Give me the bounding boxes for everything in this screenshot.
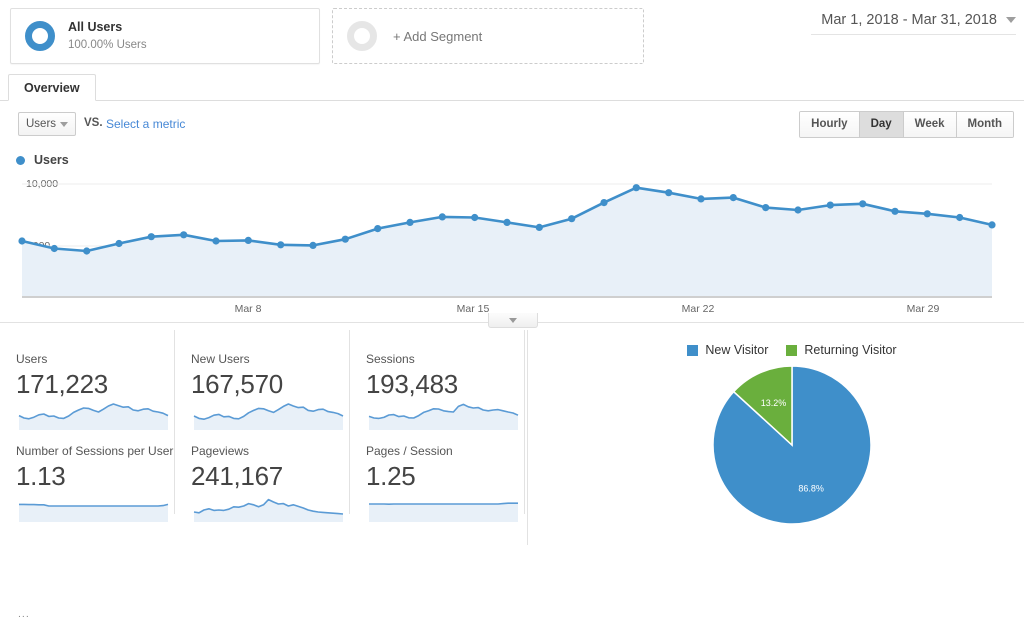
metric-card-sessions-per-user[interactable]: Number of Sessions per User 1.13 bbox=[0, 422, 175, 522]
granularity-day[interactable]: Day bbox=[859, 112, 904, 137]
metric-card-users[interactable]: Users 171,223 bbox=[0, 330, 175, 430]
donut-icon bbox=[25, 21, 55, 51]
donut-empty-icon bbox=[347, 21, 377, 51]
add-segment-button[interactable]: + Add Segment bbox=[332, 8, 644, 64]
chart-legend: Users bbox=[16, 153, 69, 167]
add-segment-label: + Add Segment bbox=[393, 28, 483, 44]
x-axis-line bbox=[22, 296, 992, 298]
segment-all-users-text: All Users 100.00% Users bbox=[68, 20, 147, 52]
x-axis-tick-ellipsis: ... bbox=[18, 608, 30, 620]
x-axis-tick-mar22: Mar 22 bbox=[681, 303, 715, 315]
metric-card-title: Users bbox=[16, 352, 48, 366]
svg-text:86.8%: 86.8% bbox=[798, 483, 824, 493]
vs-label: VS. bbox=[84, 117, 103, 129]
metric-card-sparkline bbox=[369, 502, 518, 522]
chart-collapse-handle[interactable] bbox=[488, 313, 538, 328]
granularity-month[interactable]: Month bbox=[956, 112, 1013, 137]
metric-cards: Users 171,223 New Users 167,570 Sessions… bbox=[0, 330, 540, 522]
pie-legend: New Visitor Returning Visitor bbox=[560, 330, 1024, 357]
segment-bar: All Users 100.00% Users + Add Segment Ma… bbox=[0, 0, 1024, 72]
visitor-type-panel: New Visitor Returning Visitor 86.8% 13.2% bbox=[560, 330, 1024, 545]
metric-card-sparkline bbox=[19, 503, 169, 522]
date-range-picker[interactable]: Mar 1, 2018 - Mar 31, 2018 bbox=[821, 12, 1016, 28]
legend-color-swatch bbox=[786, 344, 798, 356]
x-axis-tick-mar8: Mar 8 bbox=[234, 303, 262, 315]
chevron-down-icon bbox=[60, 121, 68, 127]
metric-card-pageviews[interactable]: Pageviews 241,167 bbox=[175, 422, 350, 522]
primary-metric-select[interactable]: Users bbox=[18, 112, 76, 136]
metric-card-sessions[interactable]: Sessions 193,483 bbox=[350, 330, 525, 430]
pie-legend-new-visitor[interactable]: New Visitor bbox=[687, 343, 768, 357]
tab-overview-label: Overview bbox=[24, 80, 80, 95]
chevron-down-icon bbox=[1006, 17, 1016, 23]
granularity-week[interactable]: Week bbox=[903, 112, 957, 137]
users-line-chart-svg bbox=[18, 183, 996, 296]
legend-label: Users bbox=[34, 153, 69, 167]
metric-card-title: New Users bbox=[191, 352, 250, 366]
legend-color-swatch bbox=[687, 344, 699, 356]
pie-legend-returning-visitor[interactable]: Returning Visitor bbox=[786, 343, 897, 357]
visitor-type-pie-svg: 86.8% 13.2% bbox=[712, 365, 872, 525]
granularity-toggle-group: Hourly Day Week Month bbox=[799, 111, 1014, 138]
x-axis-tick-mar29: Mar 29 bbox=[906, 303, 940, 315]
metric-card-pages-per-session[interactable]: Pages / Session 1.25 bbox=[350, 422, 525, 522]
metric-card-new-users[interactable]: New Users 167,570 bbox=[175, 330, 350, 430]
segment-all-users[interactable]: All Users 100.00% Users bbox=[10, 8, 320, 64]
metric-card-title: Number of Sessions per User bbox=[16, 444, 174, 458]
select-metric-link[interactable]: Select a metric bbox=[106, 117, 185, 131]
metric-card-title: Sessions bbox=[366, 352, 415, 366]
metric-card-row-2: Number of Sessions per User 1.13 Pagevie… bbox=[0, 422, 540, 522]
metric-card-sparkline bbox=[193, 498, 344, 522]
metric-selector-row: Users VS. Select a metric Hourly Day Wee… bbox=[0, 106, 1024, 146]
chevron-down-icon bbox=[509, 317, 517, 323]
segment-all-users-title: All Users bbox=[68, 20, 123, 34]
tab-overview[interactable]: Overview bbox=[8, 74, 96, 101]
pie-legend-label: Returning Visitor bbox=[804, 343, 897, 357]
svg-text:13.2%: 13.2% bbox=[761, 398, 787, 408]
pie-legend-label: New Visitor bbox=[705, 343, 769, 357]
metric-card-title: Pages / Session bbox=[366, 444, 453, 458]
primary-metric-label: Users bbox=[26, 118, 57, 130]
legend-color-swatch bbox=[16, 155, 25, 165]
x-axis-tick-mar15: Mar 15 bbox=[456, 303, 490, 315]
segment-all-users-subtitle: 100.00% Users bbox=[68, 38, 147, 51]
users-line-chart[interactable] bbox=[0, 172, 1024, 300]
granularity-hourly[interactable]: Hourly bbox=[800, 112, 860, 137]
metric-card-title: Pageviews bbox=[191, 444, 250, 458]
metric-card-row-1: Users 171,223 New Users 167,570 Sessions… bbox=[0, 330, 540, 430]
visitor-type-pie-chart[interactable]: 86.8% 13.2% bbox=[560, 363, 1024, 528]
tab-strip: Overview bbox=[0, 74, 1024, 101]
date-range-label: Mar 1, 2018 - Mar 31, 2018 bbox=[821, 12, 997, 28]
date-range-underline bbox=[811, 34, 1016, 35]
panel-divider bbox=[527, 330, 528, 545]
